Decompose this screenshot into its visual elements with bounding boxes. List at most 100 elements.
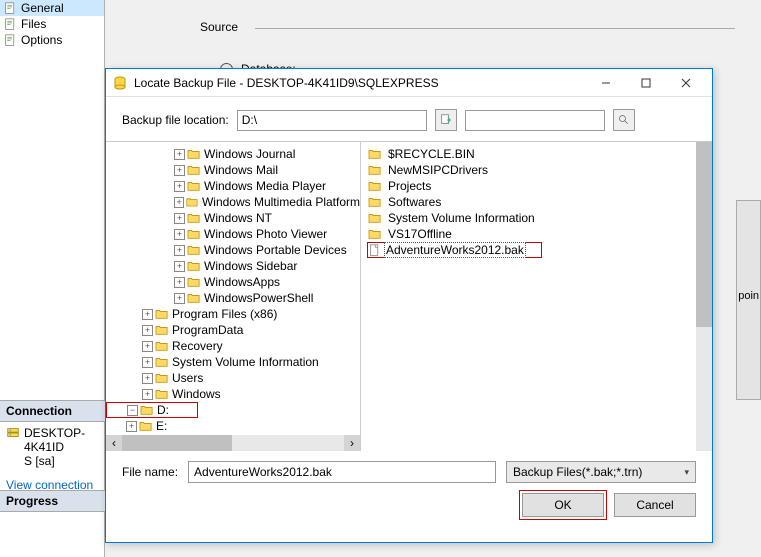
tree-label: WindowsApps	[204, 275, 280, 289]
expand-icon[interactable]: +	[174, 149, 185, 160]
folder-icon	[187, 260, 201, 272]
expand-icon[interactable]: +	[142, 357, 153, 368]
expand-icon[interactable]: +	[142, 309, 153, 320]
tree-item[interactable]: + Windows Sidebar	[106, 258, 360, 274]
location-label: Backup file location:	[122, 113, 229, 127]
nav-item-options[interactable]: Options	[0, 32, 104, 48]
tree-label: Windows Sidebar	[204, 259, 297, 273]
tree-item[interactable]: +Windows Journal	[106, 146, 360, 162]
tree-item[interactable]: +Windows Photo Viewer	[106, 226, 360, 242]
ok-button[interactable]: OK	[522, 493, 604, 517]
tree-label: Users	[172, 371, 203, 385]
folder-icon	[155, 308, 169, 320]
connection-header: Connection	[0, 400, 105, 422]
tree-item[interactable]: +System Volume Information	[106, 354, 360, 370]
filter-input[interactable]	[465, 110, 605, 131]
folder-item[interactable]: NewMSIPCDrivers	[367, 162, 706, 178]
tree-item[interactable]: + Windows Multimedia Platform	[106, 194, 360, 210]
tree-item[interactable]: +Recovery	[106, 338, 360, 354]
expand-icon[interactable]: +	[174, 277, 185, 288]
tree-item[interactable]: +Windows NT	[106, 210, 360, 226]
tree-item[interactable]: + WindowsApps	[106, 274, 360, 290]
file-icon	[368, 244, 381, 257]
tree-item[interactable]: +ProgramData	[106, 322, 360, 338]
expand-icon[interactable]: +	[142, 325, 153, 336]
maximize-button[interactable]	[626, 70, 666, 96]
tree-label: Windows Portable Devices	[204, 243, 347, 257]
folder-item[interactable]: VS17Offline	[367, 226, 706, 242]
tree-item[interactable]: +Windows	[106, 386, 360, 402]
location-input[interactable]	[237, 110, 427, 131]
expand-icon[interactable]: +	[174, 293, 185, 304]
titlebar[interactable]: Locate Backup File - DESKTOP-4K41ID9\SQL…	[106, 69, 712, 97]
tree-label: Windows Media Player	[204, 179, 326, 193]
nav-item-general[interactable]: General	[0, 0, 104, 16]
file-vscrollbar[interactable]	[696, 142, 712, 451]
expand-icon[interactable]: +	[174, 261, 185, 272]
file-list[interactable]: $RECYCLE.BINNewMSIPCDriversProjectsSoftw…	[361, 142, 712, 451]
folder-icon	[368, 196, 382, 208]
file-item-selected[interactable]: AdventureWorks2012.bak	[367, 242, 542, 258]
expand-icon[interactable]: −	[127, 405, 138, 416]
expand-icon[interactable]: +	[174, 245, 185, 256]
folder-item[interactable]: Softwares	[367, 194, 706, 210]
folder-name: VS17Offline	[388, 227, 452, 241]
folder-icon	[155, 324, 169, 336]
filetype-select[interactable]: Backup Files(*.bak;*.trn) ▾	[506, 461, 696, 483]
tree-item[interactable]: +E:	[106, 418, 360, 434]
nav-label: Options	[21, 33, 62, 47]
folder-name: System Volume Information	[388, 211, 535, 225]
tree-label: Windows Multimedia Platform	[202, 195, 360, 209]
folder-icon	[368, 148, 382, 160]
tree-item[interactable]: +Program Files (x86)	[106, 306, 360, 322]
expand-icon[interactable]: +	[142, 389, 153, 400]
scroll-left-button[interactable]: ‹	[106, 435, 122, 451]
expand-icon[interactable]: +	[174, 229, 185, 240]
script-icon	[4, 2, 17, 15]
refresh-icon	[439, 113, 453, 127]
folder-item[interactable]: System Volume Information	[367, 210, 706, 226]
filename-input[interactable]	[188, 461, 496, 483]
refresh-button[interactable]	[435, 109, 457, 131]
tree-item[interactable]: + Windows Portable Devices	[106, 242, 360, 258]
tree-hscrollbar[interactable]: ‹ ›	[106, 435, 360, 451]
scroll-right-button[interactable]: ›	[344, 435, 360, 451]
expand-icon[interactable]: +	[126, 421, 137, 432]
expand-icon[interactable]: +	[142, 341, 153, 352]
nav-label: Files	[21, 17, 46, 31]
folder-icon	[155, 340, 169, 352]
folder-item[interactable]: $RECYCLE.BIN	[367, 146, 706, 162]
nav-label: General	[21, 1, 64, 15]
folder-icon	[186, 196, 199, 208]
tree-item[interactable]: + Users	[106, 370, 360, 386]
minimize-button[interactable]	[586, 70, 626, 96]
cancel-button[interactable]: Cancel	[614, 493, 696, 517]
expand-icon[interactable]: +	[174, 165, 185, 176]
expand-icon[interactable]: +	[174, 213, 185, 224]
tree-item[interactable]: −D:	[106, 402, 198, 418]
folder-tree[interactable]: +Windows Journal+Windows Mail+Windows Me…	[106, 142, 361, 451]
scroll-thumb[interactable]	[122, 435, 232, 451]
tree-item[interactable]: +Windows Mail	[106, 162, 360, 178]
expand-icon[interactable]: +	[174, 197, 184, 208]
folder-item[interactable]: Projects	[367, 178, 706, 194]
expand-icon[interactable]: +	[142, 373, 153, 384]
nav-item-files[interactable]: Files	[0, 16, 104, 32]
connection-server: DESKTOP-4K41ID S [sa]	[24, 426, 99, 468]
chevron-down-icon: ▾	[684, 467, 689, 478]
divider	[255, 28, 735, 29]
dialog-title: Locate Backup File - DESKTOP-4K41ID9\SQL…	[134, 76, 586, 90]
folder-name: Softwares	[388, 195, 441, 209]
server-icon	[6, 426, 20, 440]
close-button[interactable]	[666, 70, 706, 96]
folder-icon	[187, 292, 201, 304]
expand-icon[interactable]: +	[174, 181, 185, 192]
search-button[interactable]	[613, 109, 635, 131]
folder-icon	[155, 372, 169, 384]
folder-icon	[139, 420, 153, 432]
tree-item[interactable]: + Windows Media Player	[106, 178, 360, 194]
folder-icon	[187, 244, 201, 256]
folder-icon	[187, 180, 201, 192]
tree-item[interactable]: +WindowsPowerShell	[106, 290, 360, 306]
scroll-thumb[interactable]	[696, 142, 712, 327]
